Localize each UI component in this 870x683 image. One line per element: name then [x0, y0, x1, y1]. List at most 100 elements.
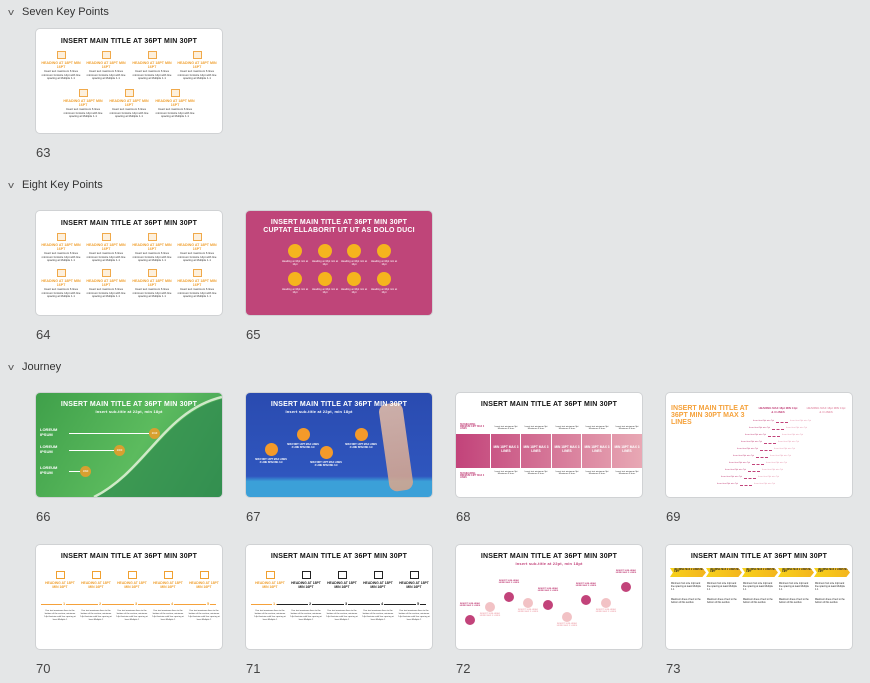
slide-title: INSERT MAIN TITLE AT 36PT MIN 30PT [480, 553, 618, 560]
key-point-heading: HEADING AT 18PT MIN 16PT [132, 61, 172, 70]
band-divider [611, 434, 612, 468]
slide-thumbnail-63[interactable]: INSERT MAIN TITLE AT 36PT MIN 30PT HEADI… [36, 29, 222, 133]
key-point-heading: HEADING AT 18PT MIN 16PT [177, 279, 217, 288]
row-text: Insert text 9pt min 7pt [752, 420, 774, 422]
step-number: 5 [206, 601, 211, 606]
row-text: Insert text 9pt min 7pt [744, 434, 766, 436]
key-point: HEADING AT 18PT MIN 16PT Insert text maxi… [39, 233, 83, 263]
section-label: Eight Key Points [22, 179, 103, 191]
key-point-body: Insert text maximum 6 lines minimum font… [177, 69, 217, 81]
key-point-heading: HEADING AT 18PT MIN 16PT [41, 61, 81, 70]
key-point: HEADING AT 18PT MIN 16PT Insert text maxi… [175, 269, 219, 299]
step-circle [543, 600, 553, 610]
row-text: Insert text 9pt min 7pt [736, 448, 758, 450]
slide-thumbnail-73[interactable]: INSERT MAIN TITLE AT 36PT MIN 30PT HEADI… [666, 545, 852, 649]
row-text-light: Insert text 9pt min 7pt [774, 448, 796, 450]
band-text: MIN 18PT MAX 3 LINES [523, 445, 549, 453]
step-body: Use text maximum lines to the bottom of … [44, 610, 76, 621]
step-heading: HEADING AT 18PT MIN 16PT [45, 581, 75, 589]
year-marker: 2019 [149, 428, 160, 439]
slide-title: INSERT MAIN TITLE AT 36PT MIN 30PT [480, 401, 618, 408]
slide-number: 68 [456, 509, 471, 524]
image-placeholder-icon [147, 269, 157, 277]
row-text: Insert text 9pt min 7pt [716, 483, 738, 485]
timeline-arrow-line [251, 604, 426, 605]
body-text: Minimum font size 14pt and line spacing … [671, 582, 701, 591]
row-text-light: Insert text 9pt min 7pt [758, 476, 780, 478]
row-text: Insert text 9pt min 7pt [748, 427, 770, 429]
chevron-down-icon[interactable]: v [5, 180, 18, 190]
heading-chevron: HEADING MAX 2 LINES MIN 14PT [742, 568, 778, 577]
key-point-body: Insert text maximum 6 lines minimum font… [63, 107, 103, 119]
key-point-body: Insert text maximum 6 lines minimum font… [109, 107, 149, 119]
section-header-journey[interactable]: v Journey [6, 361, 61, 373]
chevron-down-icon[interactable]: v [5, 7, 18, 17]
band-divider [581, 434, 582, 468]
body-text: Maximum lines of text to the bottom of t… [671, 598, 701, 604]
icon-circle [377, 272, 391, 286]
timeline-label: LOREUM IPSUM [40, 465, 58, 475]
note-top: Insert text minimum 9pt Maximum 3 lines [494, 426, 518, 430]
band-divider [490, 434, 491, 468]
slide-subtitle: Insert sub-title at 22pt, min 18pt [515, 561, 583, 566]
icon-caption: Heading at 16pt min at 14pt [311, 288, 339, 294]
slide-thumbnail-71[interactable]: INSERT MAIN TITLE AT 36PT MIN 30PT HEADI… [246, 545, 432, 649]
slide-title: INSERT MAIN TITLE AT 36PT MIN 30PT [270, 219, 408, 226]
step-number: 2 [98, 601, 103, 606]
image-placeholder-icon [56, 269, 66, 277]
slide-number: 71 [246, 661, 261, 676]
body-text: Minimum font size 14pt and line spacing … [743, 582, 773, 591]
step-circle [621, 582, 631, 592]
slide-thumbnail-67[interactable]: INSERT MAIN TITLE AT 36PT MIN 30PT Inser… [246, 393, 432, 497]
note-bottom: Insert text minimum 9pt Maximum 3 lines [555, 471, 579, 475]
row-text: Insert text 9pt min 7pt [720, 476, 742, 478]
heading-chevron: HEADING MAX 2 LINES MIN 14PT [778, 568, 814, 577]
circle-caption: MIN FONT 14PT MAX LINES 3 LINE SPACING 0… [310, 461, 342, 467]
key-point-body: Insert text maximum 6 lines minimum font… [155, 107, 195, 119]
key-point-body: Insert text maximum 6 lines minimum font… [177, 287, 217, 299]
icon-circle [377, 244, 391, 258]
key-point-heading: HEADING AT 18PT MIN 16PT [177, 243, 217, 252]
chevron-down-icon[interactable]: v [5, 362, 18, 372]
band-divider [520, 434, 521, 468]
key-point-body: Insert text maximum 6 lines minimum font… [86, 251, 126, 263]
arrow-dashed [748, 470, 760, 472]
slide-thumbnail-66[interactable]: INSERT MAIN TITLE AT 36PT MIN 30PT Inser… [36, 393, 222, 497]
step-heading: HEADING AT 18PT MIN 16PT [291, 581, 321, 589]
note-top: Insert text minimum 9pt Maximum 3 lines [585, 426, 609, 430]
step-number: 2 [308, 601, 313, 606]
image-placeholder-icon [192, 233, 202, 241]
circle-caption: MIN FONT 14PT MAX LINES 3 LINE SPACING 0… [345, 443, 377, 449]
slide-thumbnail-69[interactable]: INSERT MAIN TITLE AT 36PT MIN 30PT MAX 3… [666, 393, 852, 497]
slide-number: 69 [666, 509, 681, 524]
arrow-dashed [764, 442, 776, 444]
step-circle [523, 598, 533, 608]
row-text-light: Insert text 9pt min 7pt [778, 441, 800, 443]
slide-thumbnail-72[interactable]: INSERT MAIN TITLE AT 36PT MIN 30PT Inser… [456, 545, 642, 649]
slide-thumbnail-68[interactable]: INSERT MAIN TITLE AT 36PT MIN 30PT SUBHE… [456, 393, 642, 497]
key-point-body: Insert text maximum 6 lines minimum font… [41, 287, 81, 299]
key-point-heading: HEADING AT 18PT MIN 16PT [41, 243, 81, 252]
step-number: 3 [134, 601, 139, 606]
circle-caption: INSERT SUB-HEAD HERE MAX 3 LINES [498, 580, 520, 584]
key-point: HEADING AT 18PT MIN 16PT Insert text maxi… [175, 51, 219, 81]
key-point: HEADING AT 18PT MIN 16PT Insert text maxi… [107, 89, 151, 119]
body-text: Maximum lines of text to the bottom of t… [815, 598, 845, 604]
key-point: HEADING AT 18PT MIN 16PT Insert text maxi… [130, 233, 174, 263]
section-header-seven-key-points[interactable]: v Seven Key Points [6, 6, 109, 18]
image-placeholder-icon [101, 233, 111, 241]
slide-thumbnail-64[interactable]: INSERT MAIN TITLE AT 36PT MIN 30PT HEADI… [36, 211, 222, 315]
slide-thumbnail-70[interactable]: INSERT MAIN TITLE AT 36PT MIN 30PT HEADI… [36, 545, 222, 649]
slide-title: INSERT MAIN TITLE AT 36PT MIN 30PT [60, 220, 198, 227]
image-placeholder-icon [101, 51, 111, 59]
slide-number: 66 [36, 509, 51, 524]
slide-title: INSERT MAIN TITLE AT 36PT MIN 30PT [270, 401, 408, 408]
step-body: Use text maximum lines to the bottom of … [116, 610, 148, 621]
section-header-eight-key-points[interactable]: v Eight Key Points [6, 179, 103, 191]
image-placeholder-icon [56, 51, 66, 59]
icon-caption: Heading at 16pt min at 14pt [340, 260, 368, 266]
icon-circle [318, 244, 332, 258]
row-text-light: Insert text 9pt min 7pt [754, 483, 776, 485]
step-heading: HEADING AT 18PT MIN 16PT [363, 581, 393, 589]
slide-thumbnail-65[interactable]: INSERT MAIN TITLE AT 36PT MIN 30PT CUPTA… [246, 211, 432, 315]
